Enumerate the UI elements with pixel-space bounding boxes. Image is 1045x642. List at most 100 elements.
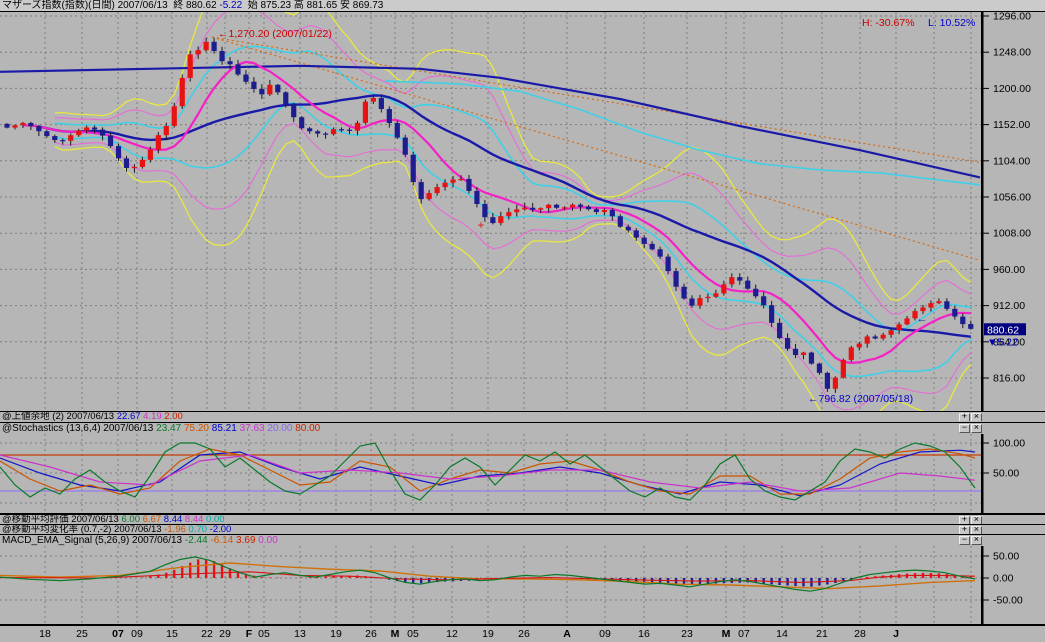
x-axis-label: 09 [599,628,611,640]
close-panel-button-ma-henkaritsu[interactable]: × [971,526,982,534]
panel-header-stochastics[interactable]: @Stochastics (13,6,4) 2007/06/13 23.47 7… [0,422,1045,434]
x-axis-label: 19 [482,628,494,640]
x-axis-label: 16 [638,628,650,640]
x-axis-label: 29 [219,628,231,640]
svg-text:880.62: 880.62 [987,324,1019,336]
header-text-part: マザーズ指数(指数)(日間) 2007/06/13 終 880.62 [2,0,219,11]
svg-text:50.00: 50.00 [993,468,1019,480]
x-axis-label: 19 [330,628,342,640]
header-text-part: 6.67 [143,514,164,524]
header-text-part: 2.00 [164,411,183,421]
header-text-part: @移動平均変化率 (0.7,-2) 2007/06/13 [2,524,164,534]
header-text-part: 22.67 [117,411,143,421]
x-axis-label: 07 [112,628,124,640]
header-text-part: 始 875.23 高 881.65 安 869.73 [242,0,383,11]
panel-header-ma-henkaritsu[interactable]: @移動平均変化率 (0.7,-2) 2007/06/13 -1.96 0.70 … [0,524,1045,534]
panel-header-ma-hyoka[interactable]: @移動平均評価 2007/06/13 6.00 6.67 8.44 8.44 0… [0,514,1045,524]
x-axis-label: 26 [365,628,377,640]
x-axis-label: A [563,628,571,640]
header-text-part: 8.44 [185,514,206,524]
svg-text:50.00: 50.00 [993,551,1019,563]
x-axis-label: 26 [518,628,530,640]
close-panel-button-ma-hyoka[interactable]: × [971,516,982,524]
header-text-part: @Stochastics (13,6,4) 2007/06/13 [2,423,156,434]
x-axis-date-labels: 18 25 07 09 15 22 29 F 05 13 19 26 M 05 12 19 26 A 09 16 23 M… [0,626,1045,642]
close-panel-button-macd[interactable]: × [971,536,982,545]
svg-text:1008.00: 1008.00 [993,228,1031,240]
x-axis-label: 25 [76,628,88,640]
header-text-part: -5.22 [219,0,242,11]
main-price-chart[interactable]: + ← 1296.00 1248.00 1200.00 1152.00 1104.00 105… [0,12,1045,411]
svg-text:960.00: 960.00 [993,264,1025,276]
x-axis-label: 13 [294,628,306,640]
toggle-panel-button-uwane[interactable]: + [959,413,970,421]
header-text-part: -2.44 [185,535,211,546]
title-bar: マザーズ指数(指数)(日間) 2007/06/13 終 880.62 -5.22… [0,0,1045,12]
svg-text:1152.00: 1152.00 [993,119,1030,131]
header-text-part: 20.00 [267,423,295,434]
svg-text:1248.00: 1248.00 [993,47,1031,59]
panel-header-uwane-yochi[interactable]: @上値余地 (2) 2007/06/13 22.67 4.19 2.00 +× [0,411,1045,421]
header-text-part: 85.21 [212,423,240,434]
svg-text:←1,270.20 (2007/01/22): ←1,270.20 (2007/01/22) [218,28,332,40]
svg-text:1296.00: 1296.00 [993,12,1031,23]
chart-application-window: マザーズ指数(指数)(日間) 2007/06/13 終 880.62 -5.22… [0,0,1045,642]
header-text-part: -2.00 [210,524,232,534]
x-axis-label: 22 [201,628,213,640]
svg-text:0.00: 0.00 [993,573,1014,585]
svg-text:←796.82 (2007/05/18): ←796.82 (2007/05/18) [808,393,913,405]
toggle-panel-button-ma-henkaritsu[interactable]: + [959,526,970,534]
header-text-part: 8.44 [164,514,185,524]
x-axis-label: 14 [776,628,788,640]
stochastics-chart[interactable]: 100.00 50.00 [0,434,1045,514]
x-axis-label: M [391,628,400,640]
x-axis-label: 23 [681,628,693,640]
header-text-part: @上値余地 (2) 2007/06/13 [2,411,117,421]
svg-text:▼5.22: ▼5.22 [987,336,1018,348]
x-axis-label: F [246,628,252,640]
header-text-part: 80.00 [295,423,320,434]
header-text-part: -6.14 [210,535,236,546]
header-text-part: 75.20 [184,423,212,434]
svg-text:912.00: 912.00 [993,300,1025,312]
panel-header-macd[interactable]: MACD_EMA_Signal (5,26,9) 2007/06/13 -2.4… [0,534,1045,546]
header-text-part: 23.47 [156,423,184,434]
header-text-part: 37.63 [240,423,268,434]
header-text-part: 6.00 [121,514,142,524]
x-axis-label: 07 [738,628,750,640]
svg-text:816.00: 816.00 [993,373,1025,385]
x-axis-label: 21 [816,628,828,640]
toggle-panel-button-macd[interactable]: − [959,536,970,545]
svg-text:←: ← [917,313,928,325]
svg-text:1056.00: 1056.00 [993,192,1031,204]
svg-text:100.00: 100.00 [993,438,1025,450]
macd-chart[interactable]: 50.00 0.00 -50.00 [0,546,1045,624]
svg-text:-50.00: -50.00 [993,595,1023,607]
svg-text:1104.00: 1104.00 [993,155,1030,167]
close-panel-button-uwane[interactable]: × [971,413,982,421]
header-text-part: 3.69 [236,535,258,546]
svg-text:+: + [477,218,484,232]
toggle-panel-button-stochastics[interactable]: − [959,424,970,433]
x-axis-label: 05 [407,628,419,640]
header-text-part: -1.96 [164,524,188,534]
svg-text:1200.00: 1200.00 [993,83,1031,95]
close-panel-button-stochastics[interactable]: × [971,424,982,433]
x-axis-label: M [722,628,731,640]
svg-text:H: -30.67%: H: -30.67% [862,17,915,29]
x-axis-label: 09 [131,628,143,640]
x-axis-label: 12 [446,628,458,640]
header-text-part: MACD_EMA_Signal (5,26,9) 2007/06/13 [2,535,185,546]
header-text-part: 0.00 [258,535,277,546]
svg-text:L: 10.52%: L: 10.52% [928,17,975,29]
header-text-part: @移動平均評価 2007/06/13 [2,514,121,524]
toggle-panel-button-ma-hyoka[interactable]: + [959,516,970,524]
x-axis-label: 05 [258,628,270,640]
x-axis-label: J [893,628,899,640]
header-text-part: 0.70 [189,524,210,534]
header-text-part: 4.19 [143,411,164,421]
x-axis-label: 18 [39,628,51,640]
header-text-part: 0.00 [206,514,225,524]
x-axis-label: 28 [854,628,866,640]
x-axis-label: 15 [166,628,178,640]
